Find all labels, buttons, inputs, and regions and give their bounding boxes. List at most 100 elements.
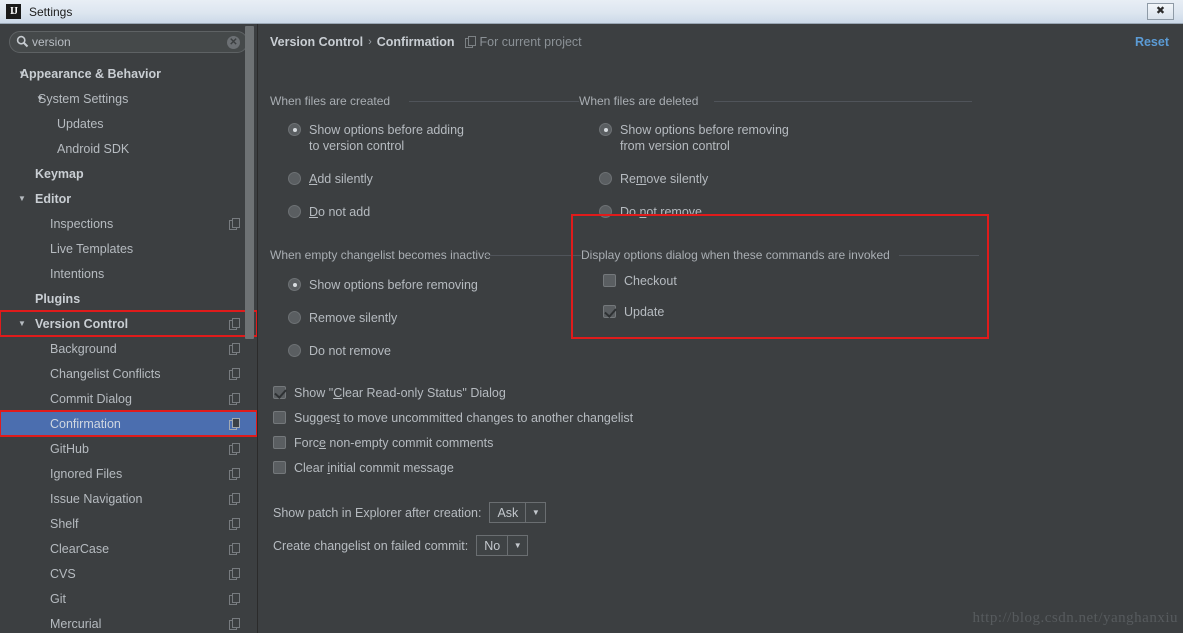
radio-indicator[interactable] xyxy=(288,344,301,357)
combo-row-show-patch-in-explorer-after-creation: Show patch in Explorer after creation: As… xyxy=(273,502,547,523)
reset-button[interactable]: Reset xyxy=(1135,35,1169,49)
sidebar-item-inspections[interactable]: Inspections xyxy=(0,211,257,236)
sidebar-item-label: Version Control xyxy=(35,316,129,331)
checkbox-indicator[interactable] xyxy=(273,411,286,424)
checkbox-show-clear-read-only-status-dialog[interactable]: Show "Clear Read-only Status" Dialog xyxy=(273,385,506,401)
breadcrumb-separator: › xyxy=(368,36,372,48)
radio-indicator[interactable] xyxy=(288,123,301,136)
sidebar-item-keymap[interactable]: Keymap xyxy=(0,161,257,186)
checkbox-update[interactable]: Update xyxy=(603,304,664,320)
radio-show-options-before-removing[interactable]: Show options before removing xyxy=(288,277,478,293)
sidebar-item-background[interactable]: Background xyxy=(0,336,257,361)
group-rule-display-options xyxy=(899,255,979,256)
sidebar-item-label: Mercurial xyxy=(50,616,102,631)
checkbox-force-non-empty-commit-comments[interactable]: Force non-empty commit comments xyxy=(273,435,493,451)
sidebar-item-editor[interactable]: ▼ Editor xyxy=(0,186,257,211)
radio-do-not-remove[interactable]: Do not remove xyxy=(288,343,391,359)
checkbox-checkout[interactable]: Checkout xyxy=(603,273,677,289)
radio-show-options-before-adding[interactable]: Show options before adding to version con… xyxy=(288,122,464,154)
sidebar-item-label: System Settings xyxy=(38,91,129,106)
settings-dialog: IJ Settings ✖ version ✕ ▼ Appearance & Be… xyxy=(0,0,1183,633)
dropdown[interactable]: No ▼ xyxy=(476,535,529,556)
project-scope-icon xyxy=(229,542,240,556)
radio-remove-silently[interactable]: Remove silently xyxy=(288,310,397,326)
settings-tree: ▼ Appearance & Behavior ▼ System Settings Up… xyxy=(0,61,257,633)
radio-indicator[interactable] xyxy=(288,278,301,291)
radio-add-silently[interactable]: Add silently xyxy=(288,171,373,187)
checkbox-indicator[interactable] xyxy=(273,461,286,474)
radio-remove-silently[interactable]: Remove silently xyxy=(599,171,708,187)
sidebar-item-updates[interactable]: Updates xyxy=(0,111,257,136)
sidebar-item-label: Keymap xyxy=(35,166,84,181)
project-scope-icon xyxy=(229,442,240,456)
sidebar-item-android-sdk[interactable]: Android SDK xyxy=(0,136,257,161)
radio-indicator[interactable] xyxy=(599,172,612,185)
radio-indicator[interactable] xyxy=(288,311,301,324)
checkbox-indicator[interactable] xyxy=(273,436,286,449)
sidebar-item-mercurial[interactable]: Mercurial xyxy=(0,611,257,633)
combo-label: Show patch in Explorer after creation: xyxy=(273,505,482,520)
radio-indicator[interactable] xyxy=(599,123,612,136)
radio-show-options-before-removing[interactable]: Show options before removing from version… xyxy=(599,122,789,154)
close-icon[interactable]: ✖ xyxy=(1147,3,1174,20)
checkbox-suggest-to-move-uncommitted-changes-to-another-changelist[interactable]: Suggest to move uncommitted changes to a… xyxy=(273,410,633,426)
checkbox-label: Force non-empty commit comments xyxy=(294,436,494,450)
project-scope-icon xyxy=(229,467,240,481)
checkbox-indicator[interactable] xyxy=(603,274,616,287)
breadcrumb: Version Control › Confirmation For curre… xyxy=(270,35,582,49)
sidebar-item-cvs[interactable]: CVS xyxy=(0,561,257,586)
chevron-down-icon[interactable]: ▼ xyxy=(508,536,527,555)
breadcrumb-version-control[interactable]: Version Control xyxy=(270,35,363,49)
radio-label: Do not remove xyxy=(309,344,391,358)
sidebar-item-changelist-conflicts[interactable]: Changelist Conflicts xyxy=(0,361,257,386)
radio-do-not-add[interactable]: Do not add xyxy=(288,204,370,220)
group-label-empty-changelist: When empty changelist becomes inactive xyxy=(270,248,497,262)
radio-indicator[interactable] xyxy=(288,172,301,185)
sidebar-item-label: Intentions xyxy=(50,266,105,281)
sidebar-item-label: Appearance & Behavior xyxy=(20,66,162,81)
chevron-down-icon[interactable]: ▼ xyxy=(18,319,26,328)
sidebar-item-git[interactable]: Git xyxy=(0,586,257,611)
chevron-down-icon[interactable]: ▼ xyxy=(18,194,26,203)
sidebar-item-clearcase[interactable]: ClearCase xyxy=(0,536,257,561)
sidebar-item-label: GitHub xyxy=(50,441,89,456)
sidebar-item-version-control[interactable]: ▼ Version Control xyxy=(0,310,257,337)
chevron-down-icon[interactable]: ▼ xyxy=(526,503,545,522)
sidebar-scrollbar[interactable] xyxy=(245,26,254,339)
sidebar-item-plugins[interactable]: Plugins xyxy=(0,286,257,311)
clear-icon[interactable]: ✕ xyxy=(227,35,240,49)
title-bar: IJ Settings ✖ xyxy=(0,0,1183,24)
project-scope-icon xyxy=(229,592,240,606)
radio-label: Show options before adding to version con… xyxy=(309,123,464,153)
checkbox-label: Clear initial commit message xyxy=(294,461,454,475)
radio-label: Do not add xyxy=(309,205,371,219)
sidebar-item-label: Live Templates xyxy=(50,241,134,256)
sidebar-item-shelf[interactable]: Shelf xyxy=(0,511,257,536)
project-scope-icon xyxy=(229,492,240,506)
sidebar-item-label: Android SDK xyxy=(57,141,130,156)
sidebar-item-system-settings[interactable]: ▼ System Settings xyxy=(0,86,257,111)
radio-label: Add silently xyxy=(309,172,373,186)
scope-label: For current project xyxy=(479,35,582,49)
checkbox-label: Checkout xyxy=(624,274,677,288)
checkbox-clear-initial-commit-message[interactable]: Clear initial commit message xyxy=(273,460,454,476)
sidebar-item-github[interactable]: GitHub xyxy=(0,436,257,461)
sidebar-item-label: Plugins xyxy=(35,291,81,306)
checkbox-indicator[interactable] xyxy=(603,305,616,318)
sidebar-item-appearance-behavior[interactable]: ▼ Appearance & Behavior xyxy=(0,61,257,86)
sidebar-item-live-templates[interactable]: Live Templates xyxy=(0,236,257,261)
sidebar-item-intentions[interactable]: Intentions xyxy=(0,261,257,286)
project-scope-icon xyxy=(229,367,240,381)
dropdown-value: Ask xyxy=(490,503,527,522)
checkbox-indicator[interactable] xyxy=(273,386,286,399)
sidebar-item-issue-navigation[interactable]: Issue Navigation xyxy=(0,486,257,511)
project-scope-icon xyxy=(464,35,476,49)
search-input[interactable]: version ✕ xyxy=(9,31,248,53)
radio-indicator[interactable] xyxy=(288,205,301,218)
dropdown[interactable]: Ask ▼ xyxy=(489,502,547,523)
sidebar-item-ignored-files[interactable]: Ignored Files xyxy=(0,461,257,486)
project-scope-icon xyxy=(229,617,240,631)
sidebar-item-label: Inspections xyxy=(50,216,114,231)
sidebar-item-confirmation[interactable]: Confirmation xyxy=(0,410,257,437)
sidebar-item-commit-dialog[interactable]: Commit Dialog xyxy=(0,386,257,411)
